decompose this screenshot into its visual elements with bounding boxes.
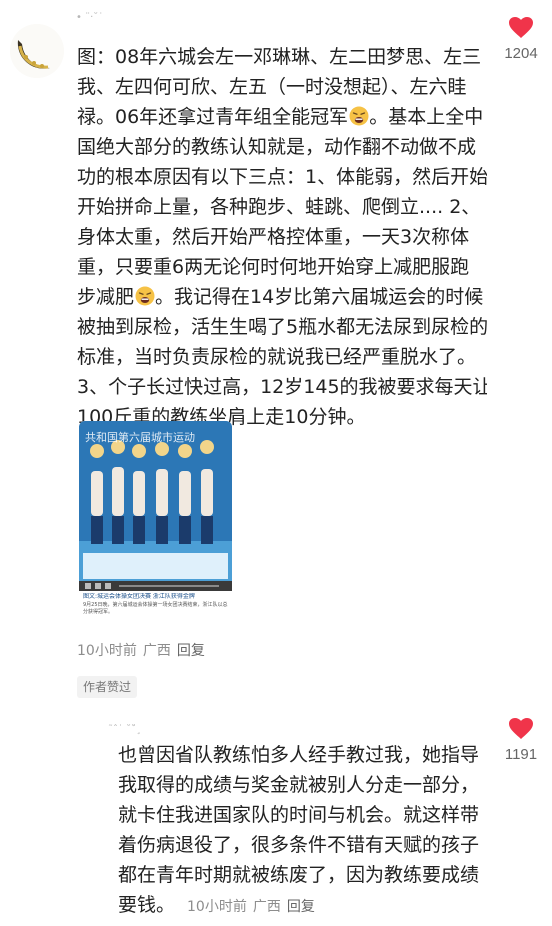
comment-meta: 10小时前 广西 回复 [187, 899, 321, 915]
comment-line: 重，只要重6两无论何时何地开始穿上减肥服跑 [77, 256, 470, 278]
comment-time: 10小时前 [77, 643, 137, 659]
comment-line: 禄。06年还拿过青年组全能冠军 。基本上全中 [77, 102, 487, 132]
comment-line: 身体太重，然后开始严格控体重，一天3次称体 [77, 226, 470, 248]
comment-line: 开始拼命上量，各种跑步、蛙跳、爬倒立.... 2、 [77, 196, 481, 218]
comment-1: • ¨·˘˙ 1204 图：08年六城会左一邓琳琳、左二田梦思、左三 我、左四何… [0, 0, 552, 700]
heart-icon[interactable] [509, 718, 533, 740]
photo-caption-title: 图文:城运会体操女团决赛 浙江队获得金牌 [83, 593, 195, 600]
comment-line: 要钱。 10小时前 广西 回复 [118, 890, 498, 922]
like-button[interactable]: 1204 [491, 17, 551, 62]
photo-caption-body: 9月25日晚，第六届城运会体操第一场女团决赛结束，浙江队以总分获得冠军。 [83, 602, 228, 615]
comment-location: 广西 [252, 899, 281, 915]
reply-button[interactable]: 回复 [177, 643, 205, 659]
comment-location: 广西 [142, 643, 171, 659]
author-liked-badge: 作者赞过 [77, 676, 138, 698]
comment-time: 10小时前 [187, 899, 247, 915]
tired-face-emoji-icon [349, 106, 369, 126]
tired-face-emoji-icon [135, 286, 155, 306]
username[interactable]: • ¨·˘˙ [76, 12, 156, 24]
comment-line: 就卡住我进国家队的时间与机会。就这样带 [118, 804, 480, 826]
comment-line: 国绝大部分的教练认知就是，动作翻不动做不成 [77, 136, 477, 158]
username[interactable]: ˜ˆ˙ ˘˚¸ [108, 724, 188, 736]
comment-meta: 10小时前 广西 回复 [77, 640, 211, 660]
comment-line: 步减肥 。我记得在14岁比第六届城运会的时候 [77, 282, 487, 312]
like-count: 1204 [504, 45, 538, 62]
comment-line: 功的根本原因有以下三点：1、体能弱，然后开始 [77, 166, 487, 188]
comment-text: 也曾因省队教练怕多人经手教过我，她指导 我取得的成绩与奖金就被别人分走一部分， … [118, 740, 498, 922]
comment-line: 我取得的成绩与奖金就被别人分走一部分， [118, 774, 480, 796]
comment-line: 也曾因省队教练怕多人经手教过我，她指导 [118, 744, 480, 766]
comment-line: 被抽到尿检，活生生喝了5瓶水都无法尿到尿检的 [77, 316, 487, 338]
comment-line: 我、左四何可欣、左五（一时没想起）、左六眭 [77, 76, 467, 98]
photo-banner-text: 共和国第六届城市运动 [85, 431, 195, 444]
comment-text: 图：08年六城会左一邓琳琳、左二田梦思、左三 我、左四何可欣、左五（一时没想起）… [77, 42, 487, 432]
like-button[interactable]: 1191 [491, 718, 551, 763]
comment-line-text: 禄。06年还拿过青年组全能冠军 [77, 106, 349, 128]
like-count: 1191 [504, 746, 538, 763]
reply-button[interactable]: 回复 [287, 899, 315, 915]
attached-photo[interactable]: 共和国第六届城市运动 图文:城运会体操女团决赛 浙江队获得金牌 9月25日晚，第… [79, 421, 232, 629]
comment-line: 都在青年时期就被练废了，因为教练要成绩 [118, 864, 480, 886]
comment-line: 3、个子长过快过高，12岁145的我被要求每天让 [77, 376, 487, 398]
comment-line: 着伤病退役了，很多条件不错有天赋的孩子 [118, 834, 480, 856]
comment-line-text: 步减肥 [77, 286, 135, 308]
comment-line-text: 。我记得在14岁比第六届城运会的时候 [155, 286, 484, 308]
avatar[interactable] [10, 24, 64, 78]
comment-line: 标准，当时负责尿检的就说我已经严重脱水了。 [77, 346, 477, 368]
heart-icon[interactable] [509, 17, 533, 39]
comment-line-text: 要钱。 [118, 894, 176, 916]
comment-line: 图：08年六城会左一邓琳琳、左二田梦思、左三 [77, 46, 482, 68]
comment-line-text: 。基本上全中 [369, 106, 484, 128]
